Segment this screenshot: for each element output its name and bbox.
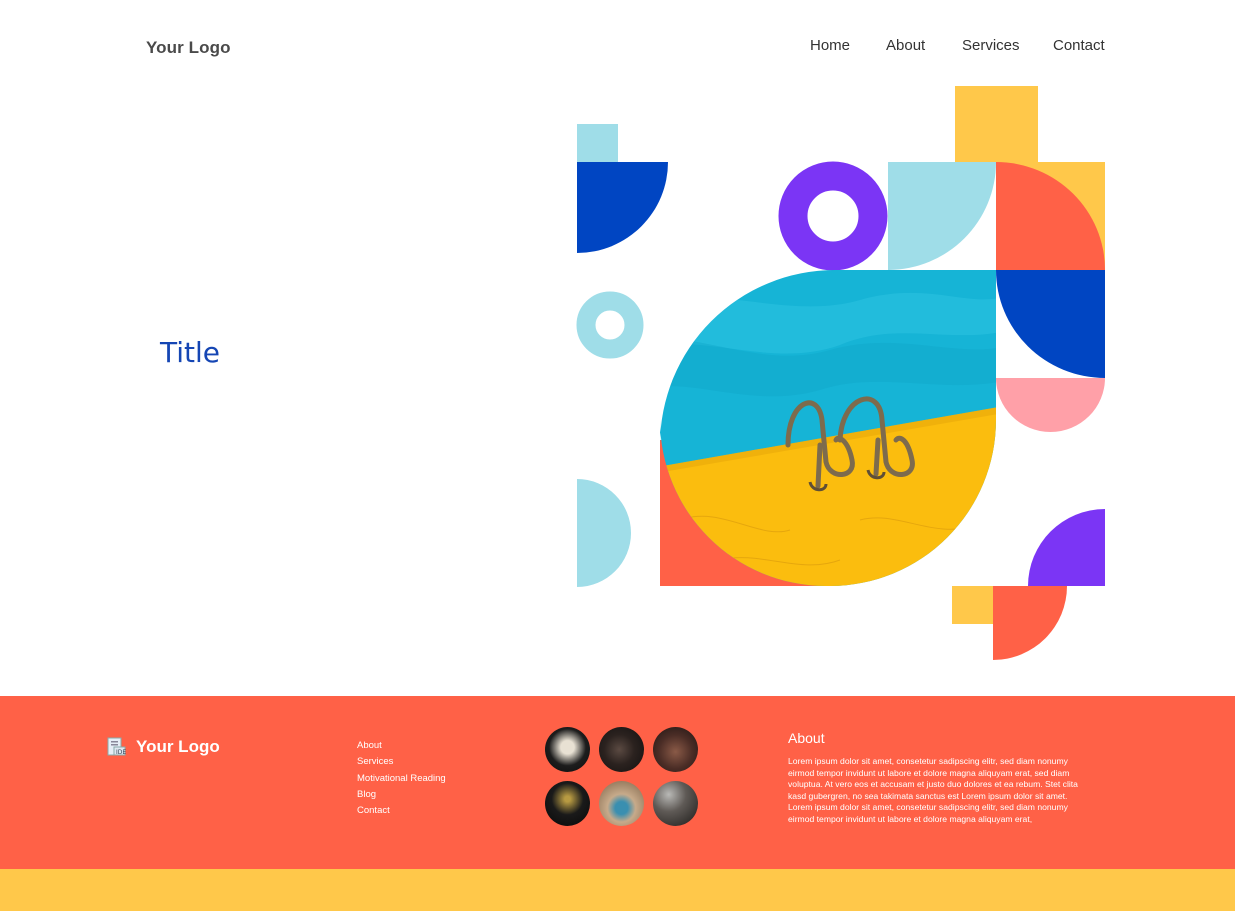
footer-photo[interactable]	[545, 781, 590, 826]
footer-link-motivational-reading[interactable]: Motivational Reading	[357, 773, 446, 789]
deco-quarter-purple	[1028, 509, 1105, 586]
footer-logo[interactable]: IDE Your Logo	[106, 735, 220, 759]
footer-photo[interactable]	[599, 781, 644, 826]
footer-link-blog[interactable]: Blog	[357, 789, 446, 805]
footer-logo-text: Your Logo	[136, 737, 220, 756]
hero-artwork	[576, 86, 1105, 660]
nav-services[interactable]: Services	[962, 37, 1020, 54]
deco-ring-purple	[778, 161, 888, 271]
deco-square-yellow	[952, 586, 994, 624]
deco-rect-yellow-top	[955, 86, 1038, 164]
footer-link-contact[interactable]: Contact	[357, 805, 446, 821]
deco-square-lightblue	[577, 124, 618, 162]
footer-links: About Services Motivational Reading Blog…	[357, 740, 446, 821]
footer-photo[interactable]	[653, 727, 698, 772]
main-nav: Home About Services Contact	[0, 37, 1235, 57]
deco-half-pink	[996, 378, 1105, 432]
hero-title: Title	[160, 336, 221, 369]
nav-home[interactable]: Home	[810, 37, 850, 54]
footer-link-about[interactable]: About	[357, 740, 446, 756]
footer-about-text: Lorem ipsum dolor sit amet, consetetur s…	[788, 756, 1078, 824]
footer-bottom-bar	[0, 869, 1235, 911]
nav-about[interactable]: About	[886, 37, 925, 54]
footer-about-heading: About	[788, 730, 825, 746]
footer-photo[interactable]	[545, 727, 590, 772]
footer-photo[interactable]	[653, 781, 698, 826]
deco-quarter-lightblue	[888, 162, 996, 270]
nav-contact[interactable]: Contact	[1053, 37, 1105, 54]
deco-quarter-blue-right	[996, 270, 1105, 378]
deco-quarter-blue	[577, 162, 668, 253]
svg-text:IDE: IDE	[116, 749, 126, 756]
deco-half-lightblue	[577, 479, 631, 587]
footer-photo[interactable]	[599, 727, 644, 772]
deco-quarter-coral-bottom	[993, 586, 1067, 660]
logo-icon: IDE	[107, 737, 126, 756]
footer-link-services[interactable]: Services	[357, 756, 446, 772]
deco-ring-lightblue	[576, 291, 644, 359]
